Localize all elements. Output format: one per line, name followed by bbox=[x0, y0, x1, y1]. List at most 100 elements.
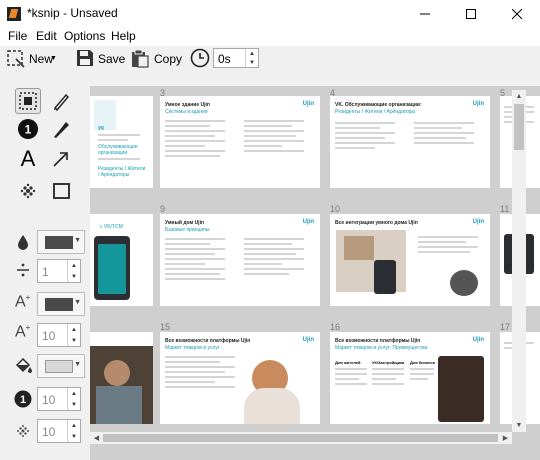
maximize-button[interactable] bbox=[448, 0, 494, 28]
slide-title: Умный дом Ujin bbox=[165, 220, 205, 226]
scroll-right-icon[interactable]: ▶ bbox=[499, 432, 512, 444]
menu-options[interactable]: Options bbox=[64, 29, 105, 43]
number-marker-icon: 1 bbox=[14, 390, 32, 408]
ujin-logo: Ujin bbox=[472, 219, 484, 225]
slide-thumbnail-3: Умное здание Ujin Системы в здании Ujin bbox=[160, 96, 320, 188]
chevron-down-icon: ▼ bbox=[74, 299, 81, 306]
spin-arrows[interactable]: ▲ ▼ bbox=[67, 420, 80, 442]
scroll-left-icon[interactable]: ◀ bbox=[90, 432, 103, 444]
slide-subtitle: Базовые принципы bbox=[165, 227, 210, 233]
title-bar: *ksnip - Unsaved bbox=[0, 0, 540, 28]
slide-number: 10 bbox=[330, 204, 341, 214]
main-toolbar: New ▼ Save Copy 0s ▲ ▼ bbox=[0, 46, 540, 86]
clipboard-copy-icon bbox=[132, 49, 149, 68]
color-swatch bbox=[45, 236, 73, 249]
ujin-logo: Ujin bbox=[472, 101, 484, 107]
text-tool[interactable]: A bbox=[15, 146, 41, 172]
slide-thumbnail-4: VK. Обслуживающие организации: Резиденты… bbox=[330, 96, 490, 188]
ujin-logo: Ujin bbox=[302, 219, 314, 225]
ujin-logo: Ujin bbox=[302, 101, 314, 107]
slide-heading: Резиденты / Жители / Арендаторы bbox=[98, 166, 146, 178]
spin-arrows[interactable]: ▲ ▼ bbox=[67, 260, 80, 282]
pen-icon bbox=[54, 93, 69, 111]
slide-text: с VK/TCM bbox=[100, 224, 123, 230]
vertical-scrollbar[interactable]: ▲ ▼ bbox=[512, 90, 526, 432]
text-icon: A bbox=[20, 146, 36, 171]
spin-arrows[interactable]: ▲ ▼ bbox=[67, 388, 80, 410]
ujin-logo: Ujin bbox=[302, 337, 314, 343]
obfuscate-value: 10 bbox=[42, 425, 56, 439]
number-tool[interactable]: 1 bbox=[15, 116, 41, 142]
slide-thumbnail-8: с VK/TCM bbox=[90, 214, 153, 306]
width-spinbox[interactable]: 1 ▲ ▼ bbox=[37, 259, 81, 283]
tool-sidebar: 1 A ▼ 1 ▲ ▼ A+ ▼ A+ 10 ▲ ▼ ▼ 1 10 ▲ ▼ 10… bbox=[0, 86, 90, 460]
select-tool[interactable] bbox=[15, 88, 41, 114]
column-heading: Для бизнеса bbox=[410, 360, 435, 365]
width-icon bbox=[17, 263, 29, 277]
obfuscate-icon bbox=[17, 425, 29, 437]
color-picker-button[interactable]: ▼ bbox=[37, 230, 85, 254]
delay-spinbox[interactable]: 0s ▲ ▼ bbox=[213, 48, 259, 68]
save-label: Save bbox=[98, 52, 126, 66]
rect-select-icon bbox=[7, 50, 25, 68]
font-size-icon: A+ bbox=[15, 323, 31, 341]
font-size-spinbox[interactable]: 10 ▲ ▼ bbox=[37, 323, 81, 347]
minimize-button[interactable] bbox=[402, 0, 448, 28]
svg-text:1: 1 bbox=[20, 394, 26, 406]
obfuscate-spinbox[interactable]: 10 ▲ ▼ bbox=[37, 419, 81, 443]
new-capture-button[interactable]: New ▼ bbox=[6, 48, 70, 70]
slide-number: 17 bbox=[500, 322, 511, 332]
slide-title: VK. Обслуживающие организации: bbox=[335, 102, 422, 108]
fill-type-button[interactable]: ▼ bbox=[37, 354, 85, 378]
arrow-tool[interactable] bbox=[48, 146, 74, 172]
color-drop-icon bbox=[18, 235, 28, 250]
color-swatch bbox=[45, 298, 73, 311]
select-icon bbox=[19, 92, 37, 110]
close-button[interactable] bbox=[494, 0, 540, 28]
width-value: 1 bbox=[42, 265, 49, 279]
horizontal-scrollbar[interactable]: ◀ ▶ bbox=[90, 432, 512, 444]
annotation-canvas[interactable]: УК Обслуживающие организации Резиденты /… bbox=[90, 86, 540, 460]
spin-arrows[interactable]: ▲ ▼ bbox=[67, 324, 80, 346]
save-button[interactable]: Save bbox=[76, 48, 126, 70]
font-size-value: 10 bbox=[42, 329, 56, 343]
column-heading: Для жителей bbox=[335, 360, 361, 365]
canvas-bottom bbox=[90, 444, 540, 460]
spin-arrows[interactable]: ▲ ▼ bbox=[245, 49, 258, 67]
slide-number: 9 bbox=[160, 204, 166, 214]
number-spinbox[interactable]: 10 ▲ ▼ bbox=[37, 387, 81, 411]
slide-heading: Обслуживающие организации bbox=[98, 144, 138, 156]
slide-thumbnail-10: Все интеграции умного дома Ujin Ujin bbox=[330, 214, 490, 306]
menu-file[interactable]: File bbox=[8, 29, 27, 43]
menu-help[interactable]: Help bbox=[111, 29, 136, 43]
scrollbar-thumb[interactable] bbox=[514, 104, 524, 150]
chevron-down-icon: ▼ bbox=[74, 361, 81, 368]
rectangle-tool[interactable] bbox=[48, 178, 74, 204]
scrollbar-thumb[interactable] bbox=[103, 434, 498, 442]
blur-icon bbox=[20, 183, 36, 199]
scroll-down-icon[interactable]: ▼ bbox=[512, 419, 526, 432]
copy-button[interactable]: Copy bbox=[131, 48, 182, 70]
clock-icon bbox=[190, 48, 210, 68]
ujin-logo: Ujin bbox=[472, 337, 484, 343]
slide-title: Все интеграции умного дома Ujin bbox=[335, 220, 418, 226]
slide-title: Все возможности платформы Ujin bbox=[335, 338, 421, 344]
slide-thumbnail-16: Все возможности платформы Ujin Маркет то… bbox=[330, 332, 490, 424]
text-color-button[interactable]: ▼ bbox=[37, 292, 85, 316]
arrow-icon bbox=[53, 152, 68, 167]
number-marker-icon: 1 bbox=[18, 119, 38, 139]
delay-value: 0s bbox=[218, 52, 231, 66]
menu-edit[interactable]: Edit bbox=[36, 29, 57, 43]
marker-tool[interactable] bbox=[48, 116, 74, 142]
rectangle-icon bbox=[53, 183, 70, 199]
pen-tool[interactable] bbox=[48, 88, 74, 114]
slide-subtitle: Маркет товаров и услуг bbox=[165, 345, 220, 351]
column-heading: УК/Застройщика bbox=[372, 360, 405, 365]
blur-tool[interactable] bbox=[15, 178, 41, 204]
scroll-up-icon[interactable]: ▲ bbox=[512, 90, 526, 103]
maximize-icon bbox=[466, 9, 476, 19]
slide-thumbnail-15: Все возможности платформы Ujin Маркет то… bbox=[160, 332, 320, 424]
slide-heading: УК bbox=[98, 126, 105, 132]
slide-thumbnail-2: УК Обслуживающие организации Резиденты /… bbox=[90, 96, 153, 188]
slide-subtitle: Системы в здании bbox=[165, 109, 208, 115]
